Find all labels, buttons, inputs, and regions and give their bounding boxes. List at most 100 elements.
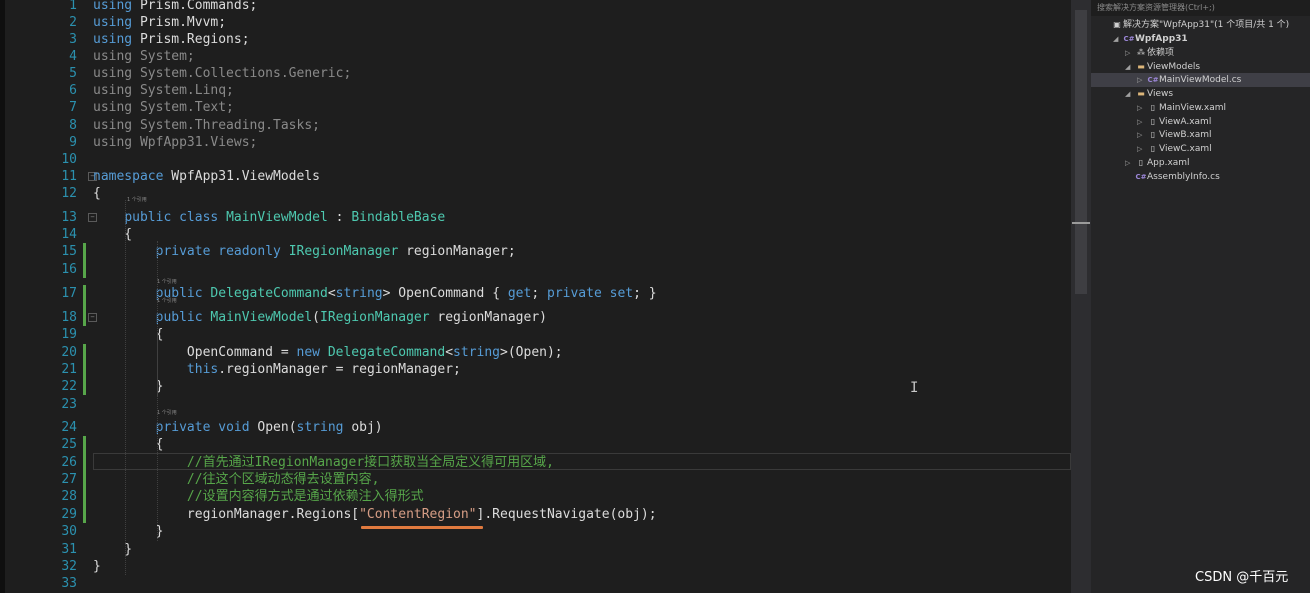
solution-tree-item[interactable]: ▷ ▯ ViewB.xaml (1137, 128, 1212, 142)
annotation-underline (361, 526, 483, 529)
line-number: 23 (61, 397, 77, 412)
code-text: { (93, 226, 132, 243)
expand-arrow-icon[interactable]: ▷ (1137, 73, 1147, 87)
line-number: 21 (61, 362, 77, 377)
line-number: 16 (61, 262, 77, 277)
expand-arrow-icon[interactable]: ▷ (1125, 156, 1135, 170)
scrollbar-caret-marker (1072, 222, 1090, 224)
code-token: .regionManager = regionManager; (218, 362, 461, 377)
code-token: { (93, 327, 164, 342)
code-token: string (335, 286, 383, 301)
line-number: 11 (61, 169, 77, 184)
code-line[interactable]: 15 private readonly IRegionManager regio… (5, 243, 1071, 260)
code-line[interactable]: 25 { (5, 436, 1071, 453)
code-line[interactable]: 30 } (5, 523, 1071, 540)
code-line[interactable]: 14 { (5, 226, 1071, 243)
solution-tree-item[interactable]: ▷ ⁂ 依赖项 (1125, 46, 1174, 60)
codelens-reference-count[interactable]: 1 个引用 (127, 196, 147, 203)
solution-tree-item[interactable]: ▷ ▯ ViewC.xaml (1137, 142, 1212, 156)
expand-arrow-icon[interactable]: ▷ (1137, 142, 1147, 156)
line-number: 31 (61, 542, 77, 557)
solution-tree-item[interactable]: ◢ ▬ ViewModels (1125, 60, 1200, 74)
code-line[interactable]: 20 OpenCommand = new DelegateCommand<str… (5, 344, 1071, 361)
csharp-file-icon: C# (1147, 76, 1159, 84)
codelens-reference-count[interactable]: 1 个引用 (157, 278, 177, 285)
solution-tree-item[interactable]: C#AssemblyInfo.cs (1125, 170, 1219, 184)
line-number: 7 (69, 100, 77, 115)
line-number: 12 (61, 186, 77, 201)
code-text: public MainViewModel(IRegionManager regi… (93, 309, 547, 326)
expand-arrow-icon[interactable]: ▷ (1137, 115, 1147, 129)
solution-tree-item[interactable]: ▷ ▯ ViewA.xaml (1137, 115, 1211, 129)
expand-arrow-icon[interactable]: ◢ (1113, 32, 1123, 46)
code-line[interactable]: 13− public class MainViewModel : Bindabl… (5, 209, 1071, 226)
code-line[interactable]: 21 this.regionManager = regionManager; (5, 361, 1071, 378)
line-number: 26 (61, 455, 77, 470)
code-token: DelegateCommand (210, 286, 328, 301)
code-line[interactable]: 33 (5, 575, 1071, 592)
solution-tree-item[interactable]: ◢ ▬ Views (1125, 87, 1173, 101)
solution-tree-item-label: ViewA.xaml (1159, 117, 1212, 127)
code-line[interactable]: 18− public MainViewModel(IRegionManager … (5, 309, 1071, 326)
code-line[interactable]: 2 using Prism.Mvvm; (5, 14, 1071, 31)
code-line[interactable]: 8 using System.Threading.Tasks; (5, 117, 1071, 134)
code-token: DelegateCommand (327, 345, 446, 360)
expand-arrow-icon[interactable]: ▷ (1125, 46, 1135, 60)
code-token: OpenCommand = (93, 345, 297, 360)
code-text: using System.Collections.Generic; (93, 65, 351, 82)
code-token: using (93, 15, 133, 30)
expand-arrow-icon[interactable]: ▷ (1137, 128, 1147, 142)
code-line[interactable]: 19 { (5, 326, 1071, 343)
expand-arrow-icon[interactable]: ◢ (1125, 60, 1135, 74)
code-token: ; (531, 286, 547, 301)
code-line[interactable]: 4 using System; (5, 48, 1071, 65)
code-line[interactable]: 29 regionManager.Regions["ContentRegion"… (5, 506, 1071, 523)
code-line[interactable]: 5 using System.Collections.Generic; (5, 65, 1071, 82)
solution-tree-item[interactable]: ▷ C#MainViewModel.cs (1091, 73, 1310, 87)
line-number: 22 (61, 379, 77, 394)
xaml-file-icon: ▯ (1150, 103, 1156, 112)
code-line[interactable]: 10 (5, 151, 1071, 168)
scrollbar-thumb[interactable] (1075, 10, 1087, 294)
line-number: 14 (61, 227, 77, 242)
xaml-file-icon: ▯ (1150, 144, 1156, 153)
expand-arrow-icon[interactable]: ◢ (1125, 87, 1135, 101)
code-line[interactable]: 16 (5, 261, 1071, 278)
code-token: obj) (343, 420, 383, 435)
code-line[interactable]: 28 //设置内容得方式是通过依赖注入得形式 (5, 488, 1071, 505)
code-text: { (93, 326, 164, 343)
code-line[interactable]: 1 using Prism.Commands; (5, 0, 1071, 14)
solution-tree-item[interactable]: ◢ C#WpfApp31 (1113, 32, 1188, 46)
code-token: void (218, 420, 250, 435)
code-line[interactable]: 24 private void Open(string obj) (5, 419, 1071, 436)
code-line[interactable]: 7 using System.Text; (5, 99, 1071, 116)
code-token: { (93, 227, 133, 242)
code-line[interactable]: 27 //往这个区域动态得去设置内容, (5, 471, 1071, 488)
solution-tree-item[interactable]: ▣ 解决方案"WpfApp31"(1 个项目/共 1 个) (1101, 18, 1289, 32)
solution-tree-item[interactable]: ▷ ▯ MainView.xaml (1137, 101, 1226, 115)
codelens-reference-count[interactable]: 1 个引用 (157, 297, 177, 304)
code-line[interactable]: 32} (5, 558, 1071, 575)
editor-vertical-scrollbar[interactable] (1071, 0, 1091, 593)
mouse-ibeam-cursor: I (910, 380, 919, 396)
code-line[interactable]: 3 using Prism.Regions; (5, 31, 1071, 48)
code-token: private (547, 286, 602, 301)
code-line[interactable]: 11− namespace WpfApp31.ViewModels (5, 168, 1071, 185)
code-token: "ContentRegion" (359, 507, 477, 522)
code-text: using System.Text; (93, 99, 234, 116)
codelens-reference-count[interactable]: 1 个引用 (157, 409, 177, 416)
code-editor[interactable]: 1 using Prism.Commands; 2 using Prism.Mvvm;… (5, 0, 1071, 593)
code-token: regionManager.Regions[ (93, 507, 360, 522)
code-line[interactable]: 12 { (5, 185, 1071, 202)
expand-arrow-icon[interactable]: ▷ (1137, 101, 1147, 115)
code-line[interactable]: 9 using WpfApp31.Views; (5, 134, 1071, 151)
code-token: } (93, 559, 101, 574)
code-line[interactable]: 31 } (5, 541, 1071, 558)
solution-tree-item[interactable]: ▷ ▯ App.xaml (1125, 156, 1190, 170)
solution-explorer-search-input[interactable]: 搜索解决方案资源管理器(Ctrl+;) (1091, 0, 1310, 16)
code-line[interactable]: 6 using System.Linq; (5, 82, 1071, 99)
code-token: WpfApp31.ViewModels (163, 169, 320, 184)
